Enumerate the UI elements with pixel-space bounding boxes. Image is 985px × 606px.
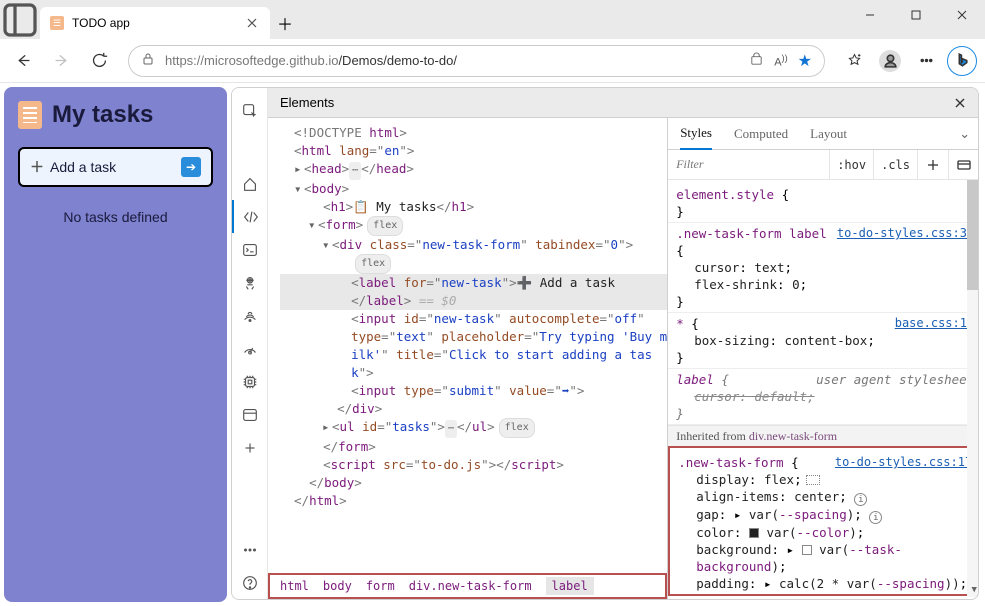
scrollbar[interactable]: ▼ — [967, 180, 979, 597]
help-button[interactable] — [232, 566, 268, 599]
source-link[interactable]: to-do-styles.css:34 — [837, 225, 974, 242]
empty-state-text: No tasks defined — [18, 209, 213, 225]
inspect-button[interactable] — [232, 94, 268, 127]
new-rule-button[interactable] — [917, 150, 948, 180]
dom-tree[interactable]: ⋯ <!DOCTYPE html> <html lang="en"> ▸<hea… — [268, 118, 667, 573]
chevron-down-icon[interactable]: ⌄ — [959, 126, 970, 142]
elements-tab[interactable] — [232, 200, 268, 233]
devtools-close-button[interactable] — [950, 97, 970, 109]
devtools-rail — [232, 88, 268, 599]
devtools-panel: Elements ⋯ <!DOCTYPE html> <html lang="e… — [231, 87, 979, 600]
inherited-header: Inherited from div.new-task-form — [668, 425, 979, 448]
rules-body[interactable]: element.style {} to-do-styles.css:34 .ne… — [668, 180, 979, 599]
tab-computed[interactable]: Computed — [734, 126, 788, 142]
favorites-button[interactable] — [837, 44, 871, 78]
console-tab[interactable] — [232, 233, 268, 266]
rule-label-ua[interactable]: user agent stylesheet label { cursor: de… — [668, 369, 979, 425]
tab-styles[interactable]: Styles — [680, 118, 712, 150]
memory-tab[interactable] — [232, 365, 268, 398]
content-area: My tasks ＋ Add a task ➔ No tasks defined — [0, 83, 985, 606]
favorite-star-icon[interactable]: ★ — [798, 51, 812, 71]
breadcrumb[interactable]: html body form div.new-task-form label — [268, 573, 667, 599]
rule-new-task-form[interactable]: to-do-styles.css:17 .new-task-form { dis… — [670, 452, 979, 594]
clipboard-icon — [18, 101, 42, 129]
browser-tab[interactable]: ☰ TODO app — [40, 7, 270, 39]
scrollbar-thumb[interactable] — [967, 180, 979, 290]
hov-button[interactable]: :hov — [829, 150, 873, 180]
tab-favicon-icon: ☰ — [50, 16, 64, 30]
reload-button[interactable] — [82, 44, 116, 78]
styles-toolbar: :hov .cls — [668, 150, 979, 180]
bing-icon — [947, 46, 977, 76]
info-icon[interactable]: i — [854, 493, 867, 506]
forward-button — [44, 44, 78, 78]
url-text: https://microsoftedge.github.io/Demos/de… — [165, 53, 739, 68]
bing-button[interactable] — [945, 44, 979, 78]
rule-new-task-form-label[interactable]: to-do-styles.css:34 .new-task-form label… — [668, 223, 979, 313]
window-controls — [847, 0, 985, 30]
rule-element-style[interactable]: element.style {} — [668, 184, 979, 223]
styles-pane: Styles Computed Layout ⌄ :hov .cls — [667, 118, 979, 599]
rule-star[interactable]: base.css:15 * { box-sizing: content-box;… — [668, 313, 979, 369]
performance-tab[interactable] — [232, 332, 268, 365]
read-aloud-icon[interactable]: A)) — [774, 53, 787, 69]
source-link[interactable]: base.css:15 — [895, 315, 974, 332]
crumb-body[interactable]: body — [323, 579, 352, 593]
more-tools-button[interactable] — [232, 431, 268, 464]
crumb-label[interactable]: label — [546, 577, 594, 595]
tab-title: TODO app — [72, 16, 236, 30]
profile-button[interactable] — [873, 44, 907, 78]
info-icon[interactable]: i — [869, 511, 882, 524]
shopping-icon[interactable] — [749, 52, 764, 70]
devtools-main: Elements ⋯ <!DOCTYPE html> <html lang="e… — [268, 88, 979, 599]
tab-layout[interactable]: Layout — [810, 126, 847, 142]
crumb-form[interactable]: form — [366, 579, 395, 593]
sources-tab[interactable] — [232, 266, 268, 299]
address-bar[interactable]: https://microsoftedge.github.io/Demos/de… — [128, 45, 825, 77]
flex-badge-icon[interactable] — [806, 475, 820, 485]
filter-input[interactable] — [668, 150, 829, 179]
add-task-label: Add a task — [50, 159, 116, 175]
back-button[interactable] — [6, 44, 40, 78]
page-title: My tasks — [18, 101, 213, 129]
devtools-header: Elements — [268, 88, 979, 118]
tab-strip: ☰ TODO app ＋ — [0, 0, 300, 39]
avatar-icon — [879, 50, 901, 72]
source-link[interactable]: to-do-styles.css:17 — [835, 454, 972, 471]
tab-close-button[interactable] — [244, 18, 260, 28]
titlebar: ☰ TODO app ＋ — [0, 0, 985, 39]
panel-title: Elements — [280, 95, 334, 110]
tabs-menu-button[interactable] — [0, 0, 40, 39]
toolbar: https://microsoftedge.github.io/Demos/de… — [0, 39, 985, 83]
close-window-button[interactable] — [939, 0, 985, 30]
maximize-button[interactable] — [893, 0, 939, 30]
welcome-tab[interactable] — [232, 167, 268, 200]
cls-button[interactable]: .cls — [873, 150, 917, 180]
settings-button[interactable] — [232, 533, 268, 566]
crumb-div[interactable]: div.new-task-form — [409, 579, 532, 593]
scroll-down-icon[interactable]: ▼ — [967, 583, 979, 597]
crumb-html[interactable]: html — [280, 579, 309, 593]
add-task-form[interactable]: ＋ Add a task ➔ — [18, 147, 213, 187]
application-tab[interactable] — [232, 398, 268, 431]
submit-arrow-icon[interactable]: ➔ — [181, 157, 201, 177]
new-tab-button[interactable]: ＋ — [270, 7, 300, 39]
plus-icon: ＋ — [30, 157, 44, 177]
todo-page: My tasks ＋ Add a task ➔ No tasks defined — [4, 87, 227, 602]
computed-toggle[interactable] — [948, 150, 979, 180]
minimize-button[interactable] — [847, 0, 893, 30]
styles-tabs: Styles Computed Layout ⌄ — [668, 118, 979, 150]
network-tab[interactable] — [232, 299, 268, 332]
menu-button[interactable] — [909, 44, 943, 78]
lock-icon — [141, 52, 155, 69]
